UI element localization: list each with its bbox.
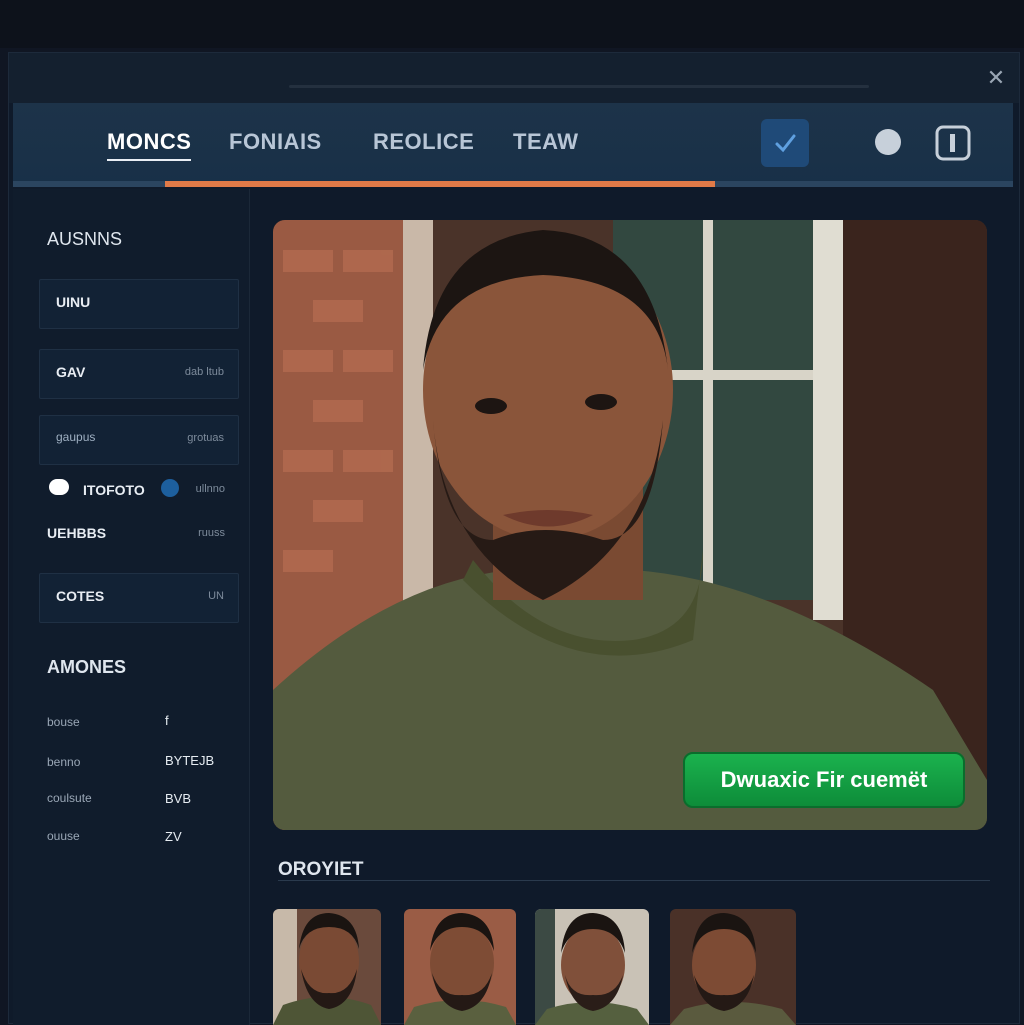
sidebar-item-meta: grotuas bbox=[187, 432, 224, 444]
section-title: OROYIET bbox=[278, 859, 364, 880]
sidebar-item-meta: ullnno bbox=[195, 483, 225, 495]
sidebar: AUSNNS UINU GAV dab ltub gaupus grotuas … bbox=[13, 189, 250, 1025]
primary-action-button[interactable]: Dwuaxic Fir cuemët bbox=[683, 752, 965, 808]
sidebar-item-itofoto[interactable]: ITOFOTO ullnno bbox=[39, 469, 239, 509]
circle-icon[interactable] bbox=[875, 129, 901, 155]
detail-label: bouse bbox=[47, 715, 80, 729]
chat-bubble-icon bbox=[49, 479, 69, 495]
detail-label: ouuse bbox=[47, 829, 80, 843]
thumbnail-3[interactable] bbox=[535, 909, 649, 1025]
sidebar-item-label: UEHBBS bbox=[47, 525, 107, 541]
check-button[interactable] bbox=[761, 119, 809, 167]
profile-photo bbox=[273, 220, 987, 830]
sidebar-item-gaupus[interactable]: gaupus grotuas bbox=[39, 415, 239, 465]
top-nav: MONCS FONIAIS REOLICE TEAW bbox=[13, 103, 1013, 187]
tab-teaw[interactable]: TEAW bbox=[513, 129, 579, 155]
thumbnail-1[interactable] bbox=[273, 909, 381, 1025]
titlebar-divider bbox=[289, 85, 869, 88]
sidebar-item-label: UINU bbox=[56, 294, 91, 310]
close-icon[interactable]: ✕ bbox=[983, 65, 1009, 91]
check-icon bbox=[775, 134, 796, 153]
status-dot-icon bbox=[161, 479, 179, 497]
nav-progress-bar bbox=[165, 181, 715, 187]
window-titlebar: ✕ bbox=[9, 53, 1019, 103]
section-divider bbox=[278, 880, 990, 881]
sidebar-item-uinu[interactable]: UINU bbox=[39, 279, 239, 329]
sidebar-item-label: GAV bbox=[56, 364, 86, 380]
sidebar-item-cotes[interactable]: COTES UN bbox=[39, 573, 239, 623]
sidebar-item-meta: ruuss bbox=[198, 527, 225, 539]
detail-value: BVB bbox=[165, 791, 192, 806]
sidebar-item-gav[interactable]: GAV dab ltub bbox=[39, 349, 239, 399]
detail-label: benno bbox=[47, 755, 81, 769]
sidebar-item-label: ITOFOTO bbox=[83, 482, 145, 498]
tab-moncs[interactable]: MONCS bbox=[107, 129, 192, 161]
desktop-top-strip bbox=[0, 0, 1024, 48]
sidebar-item-meta: UN bbox=[208, 590, 224, 602]
sidebar-item-meta: dab ltub bbox=[184, 366, 224, 378]
app-window: ✕ MONCS FONIAIS REOLICE TEAW AUSNNS UINU… bbox=[8, 52, 1020, 1025]
tab-reolice[interactable]: REOLICE bbox=[373, 129, 474, 155]
sidebar-item-label: gaupus bbox=[56, 430, 96, 444]
thumbnail-2[interactable] bbox=[404, 909, 516, 1025]
sidebar-subheading: AMONES bbox=[47, 657, 127, 677]
exit-button[interactable] bbox=[933, 123, 973, 163]
exit-icon bbox=[935, 125, 971, 161]
thumbnail-4[interactable] bbox=[670, 909, 796, 1025]
detail-label: coulsute bbox=[47, 791, 92, 805]
sidebar-item-label: COTES bbox=[56, 588, 105, 604]
sidebar-heading: AUSNNS bbox=[47, 229, 123, 249]
detail-value: f bbox=[165, 713, 169, 728]
detail-value: ZV bbox=[165, 829, 182, 844]
detail-value: BYTEJB bbox=[165, 753, 215, 768]
sidebar-item-uehbbs[interactable]: UEHBBS ruuss bbox=[39, 511, 239, 551]
tab-foniais[interactable]: FONIAIS bbox=[229, 129, 322, 155]
